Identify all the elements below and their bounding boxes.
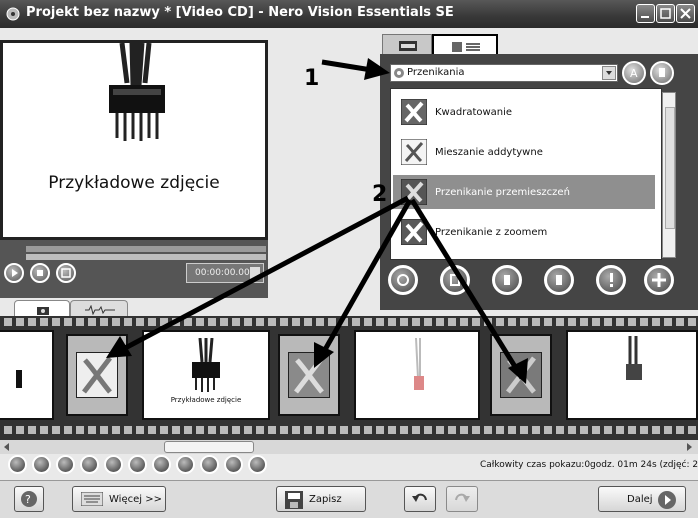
annotation-number-2: 2 <box>372 182 388 207</box>
annotation-arrows <box>106 58 528 384</box>
annotation-number-1: 1 <box>304 66 320 91</box>
nero-vision-window: Projekt bez nazwy * [Video CD] - Nero Vi… <box>0 0 698 518</box>
